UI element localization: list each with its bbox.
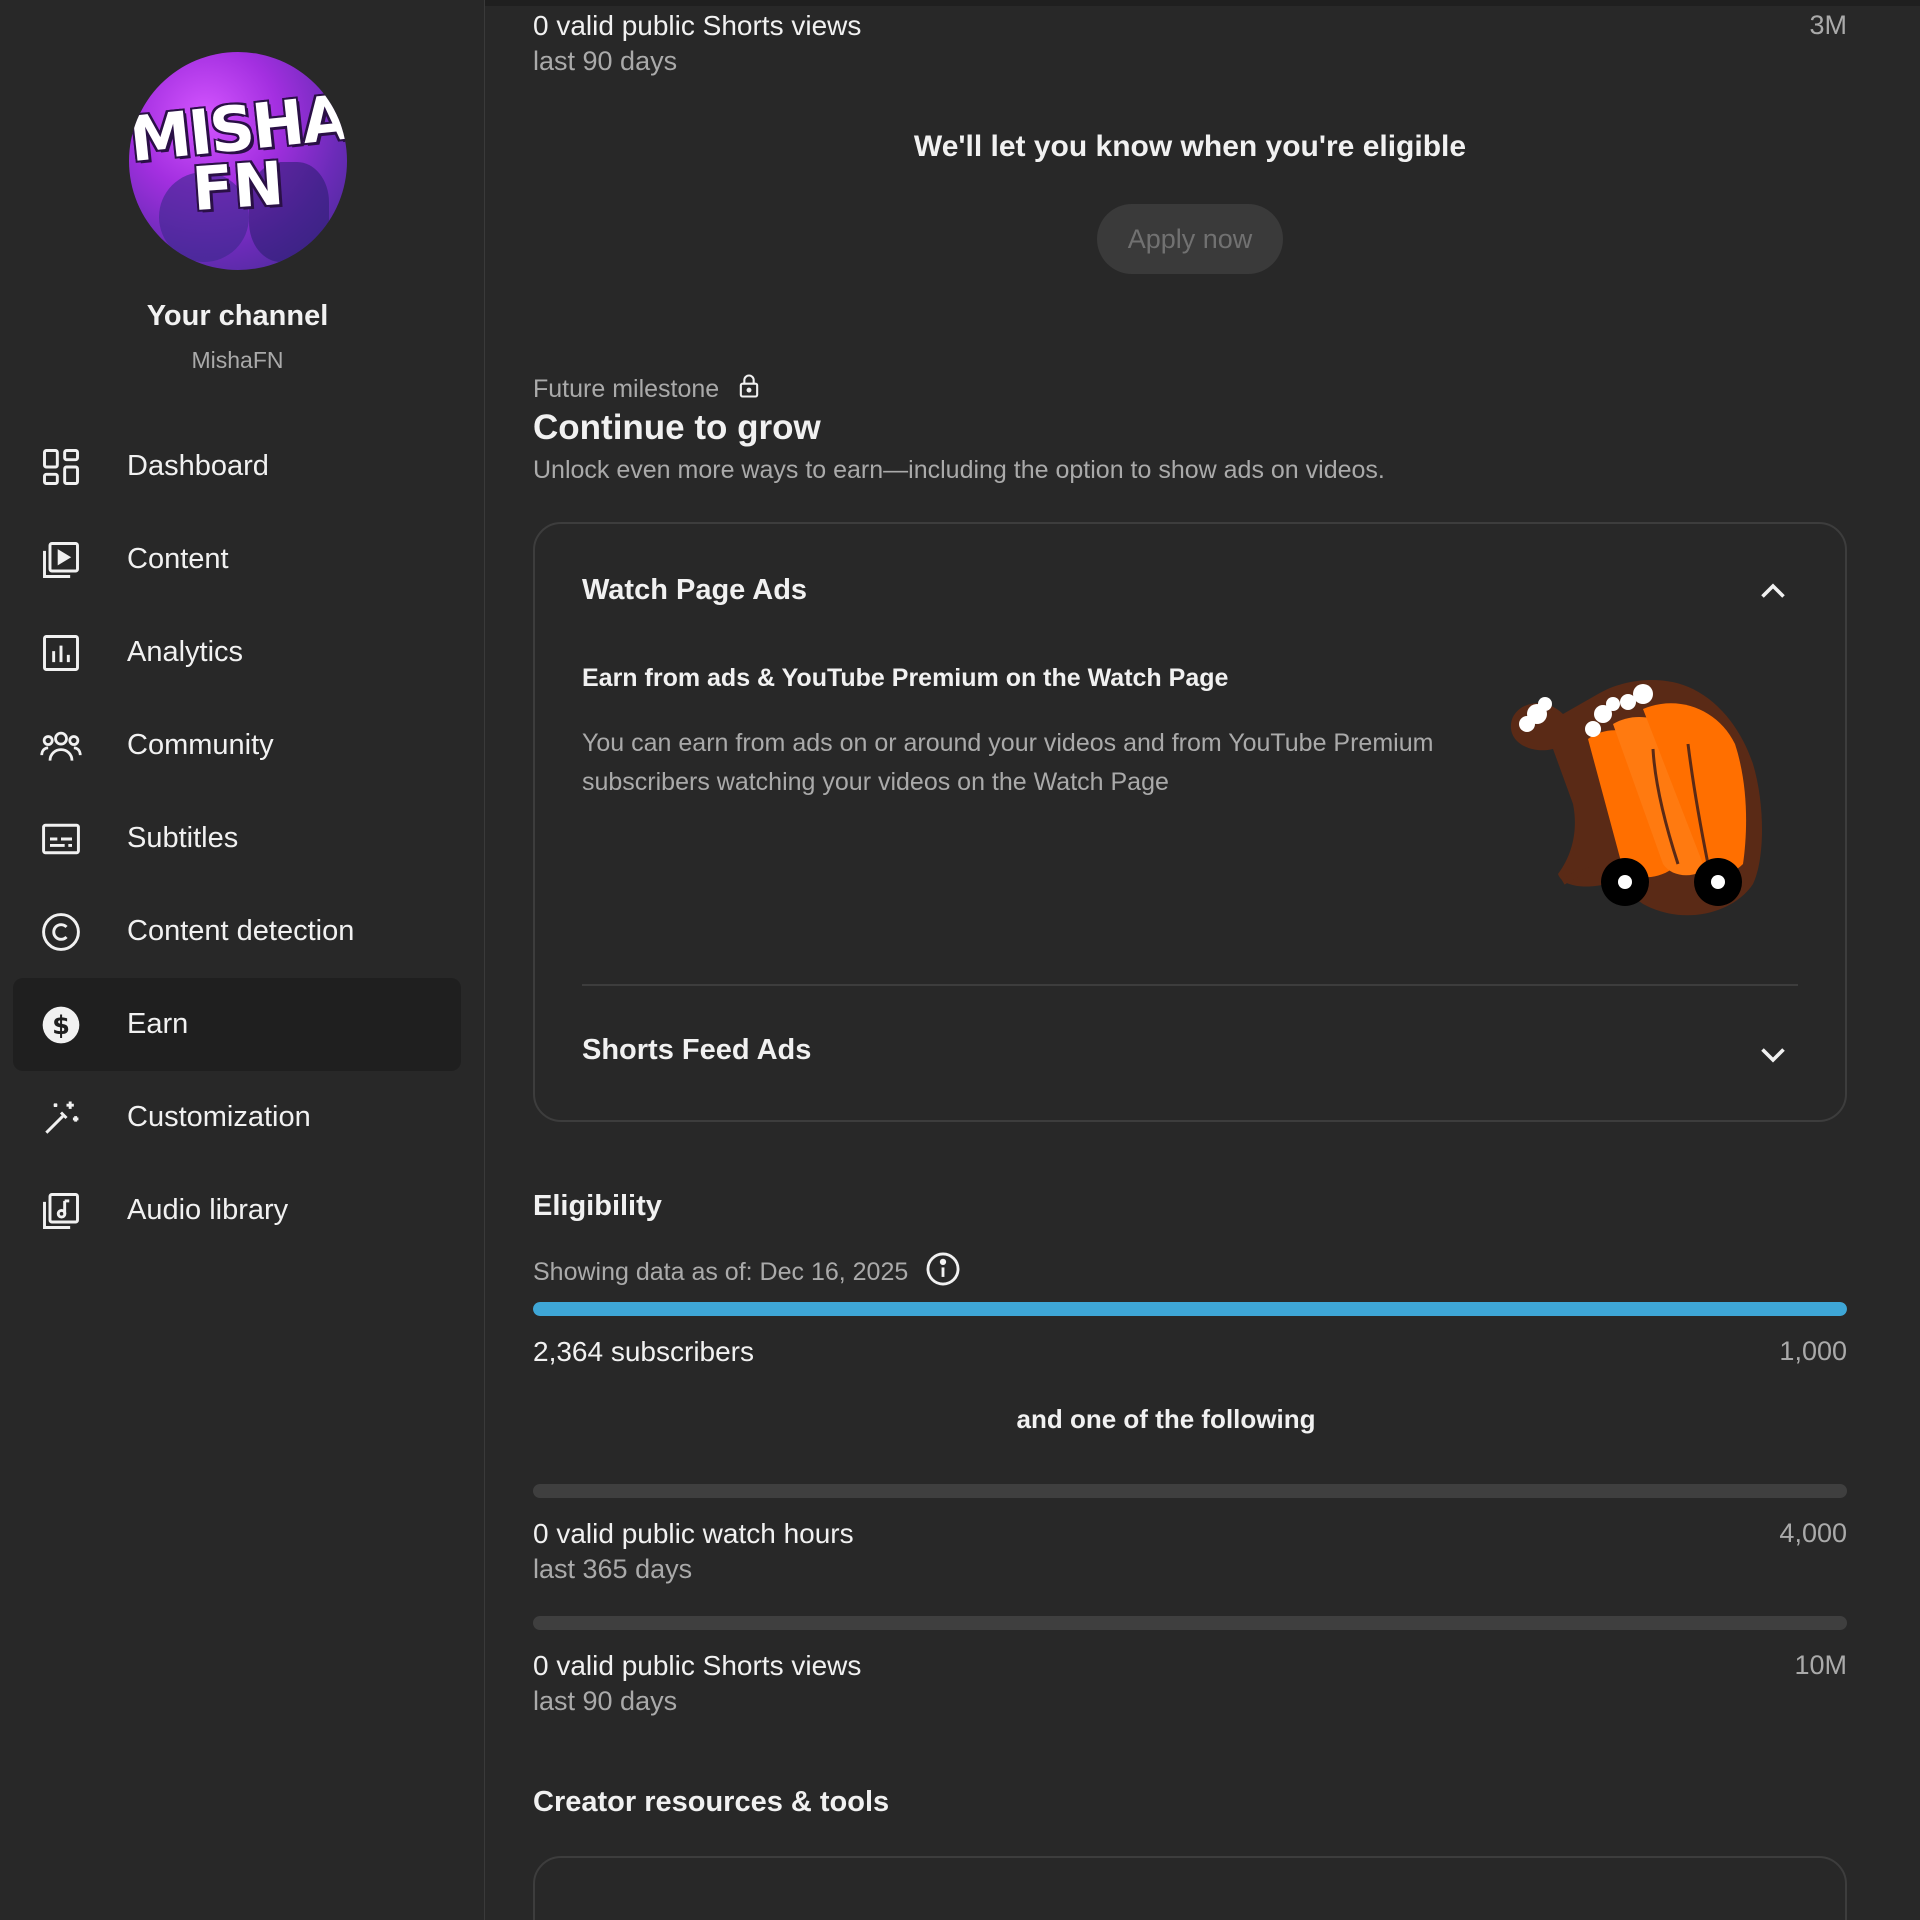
audio-library-icon <box>37 1187 85 1235</box>
eligibility-date-text: Showing data as of: Dec 16, 2025 <box>533 1258 909 1286</box>
lock-icon <box>719 372 763 407</box>
and-one-following-text: and one of the following <box>1016 1404 1316 1434</box>
stat-target: 3M <box>1809 10 1847 40</box>
sidebar-item-content-detection[interactable]: Content detection <box>13 885 461 978</box>
sidebar-item-label: Audio library <box>127 1194 289 1226</box>
info-icon[interactable] <box>908 1250 962 1295</box>
chevron-up-icon[interactable] <box>1755 574 1791 610</box>
shorts-views-target: 10M <box>1794 1650 1847 1680</box>
subscribers-progress-bar <box>533 1302 1847 1316</box>
shorts-views-progress-bar <box>533 1616 1847 1630</box>
sidebar-nav: Dashboard Content Analytics Community Su… <box>13 420 461 1257</box>
watch-hours-progress-bar <box>533 1484 1847 1498</box>
avatar-logo-text: FN <box>190 148 286 226</box>
sidebar-item-label: Customization <box>127 1101 311 1133</box>
sidebar-item-content[interactable]: Content <box>13 513 461 606</box>
apply-now-button[interactable]: Apply now <box>1097 204 1283 274</box>
milestone-subtitle: Unlock even more ways to earn—including … <box>533 456 1385 484</box>
watch-hours-target: 4,000 <box>1779 1518 1847 1548</box>
ads-accordion-card: Watch Page Ads Earn from ads & YouTube P… <box>533 522 1847 1122</box>
sidebar-item-label: Analytics <box>127 636 244 668</box>
watch-hours-row: 0 valid public watch hours last 365 days… <box>533 1518 1847 1585</box>
sidebar-item-earn[interactable]: $ Earn <box>13 978 461 1071</box>
chevron-down-icon[interactable] <box>1755 1036 1791 1072</box>
subscribers-label: 2,364 subscribers <box>533 1336 755 1367</box>
sidebar-item-label: Community <box>127 729 274 761</box>
subscribers-target: 1,000 <box>1779 1336 1847 1366</box>
orange-cart-illustration <box>1510 679 1762 916</box>
channel-title[interactable]: Your channel <box>0 300 475 333</box>
sidebar-item-community[interactable]: Community <box>13 699 461 792</box>
creator-resources-card <box>533 1856 1847 1920</box>
stat-label: 0 valid public Shorts views <box>533 10 862 41</box>
svg-text:$: $ <box>52 1011 70 1041</box>
shorts-views-sub: last 90 days <box>533 1686 678 1716</box>
subtitles-icon <box>37 815 85 863</box>
sidebar-item-label: Content detection <box>127 915 355 947</box>
channel-handle: MishaFN <box>191 347 284 373</box>
sidebar-item-customization[interactable]: Customization <box>13 1071 461 1164</box>
community-icon <box>37 722 85 770</box>
sidebar-item-label: Content <box>127 543 229 575</box>
stat-sub: last 90 days <box>533 46 678 76</box>
sidebar-item-label: Earn <box>127 1008 189 1040</box>
sidebar-item-label: Subtitles <box>127 822 239 854</box>
shorts-views-label: 0 valid public Shorts views <box>533 1650 862 1681</box>
future-milestone-text: Future milestone <box>533 375 720 403</box>
shorts-feed-ads-title[interactable]: Shorts Feed Ads <box>582 1034 811 1067</box>
main-content: 0 valid public Shorts views last 90 days… <box>533 0 1847 1920</box>
sidebar-item-dashboard[interactable]: Dashboard <box>13 420 461 513</box>
watch-page-ads-title[interactable]: Watch Page Ads <box>582 574 807 607</box>
eligibility-date: Showing data as of: Dec 16, 2025 <box>533 1250 962 1295</box>
sidebar-item-subtitles[interactable]: Subtitles <box>13 792 461 885</box>
watch-page-description: You can earn from ads on or around your … <box>582 729 1434 796</box>
accordion-divider <box>582 984 1798 986</box>
watch-hours-label: 0 valid public watch hours <box>533 1518 854 1549</box>
channel-avatar[interactable]: MISHA FN <box>129 52 347 270</box>
eligible-message: We'll let you know when you're eligible <box>913 130 1467 163</box>
eligibility-title: Eligibility <box>533 1190 662 1222</box>
analytics-icon <box>37 629 85 677</box>
watch-hours-sub: last 365 days <box>533 1554 693 1584</box>
progress-fill <box>533 1302 1847 1316</box>
magic-wand-icon <box>37 1094 85 1142</box>
copyright-icon <box>37 908 85 956</box>
shorts-views-row: 0 valid public Shorts views last 90 days… <box>533 1650 1847 1717</box>
sidebar-item-audio-library[interactable]: Audio library <box>13 1164 461 1257</box>
top-shorts-views-row: 0 valid public Shorts views last 90 days… <box>533 10 1847 77</box>
sidebar-item-analytics[interactable]: Analytics <box>13 606 461 699</box>
dashboard-icon <box>37 443 85 491</box>
content-icon <box>37 536 85 584</box>
dollar-icon: $ <box>37 1001 85 1049</box>
future-milestone-label: Future milestone <box>533 372 763 407</box>
subscribers-row: 2,364 subscribers 1,000 <box>533 1336 1847 1368</box>
watch-page-heading: Earn from ads & YouTube Premium on the W… <box>582 664 1229 692</box>
creator-resources-title: Creator resources & tools <box>533 1786 890 1818</box>
milestone-title: Continue to grow <box>533 408 821 447</box>
sidebar: MISHA FN Your channel MishaFN Dashboard … <box>0 0 485 1920</box>
sidebar-item-label: Dashboard <box>127 450 269 482</box>
